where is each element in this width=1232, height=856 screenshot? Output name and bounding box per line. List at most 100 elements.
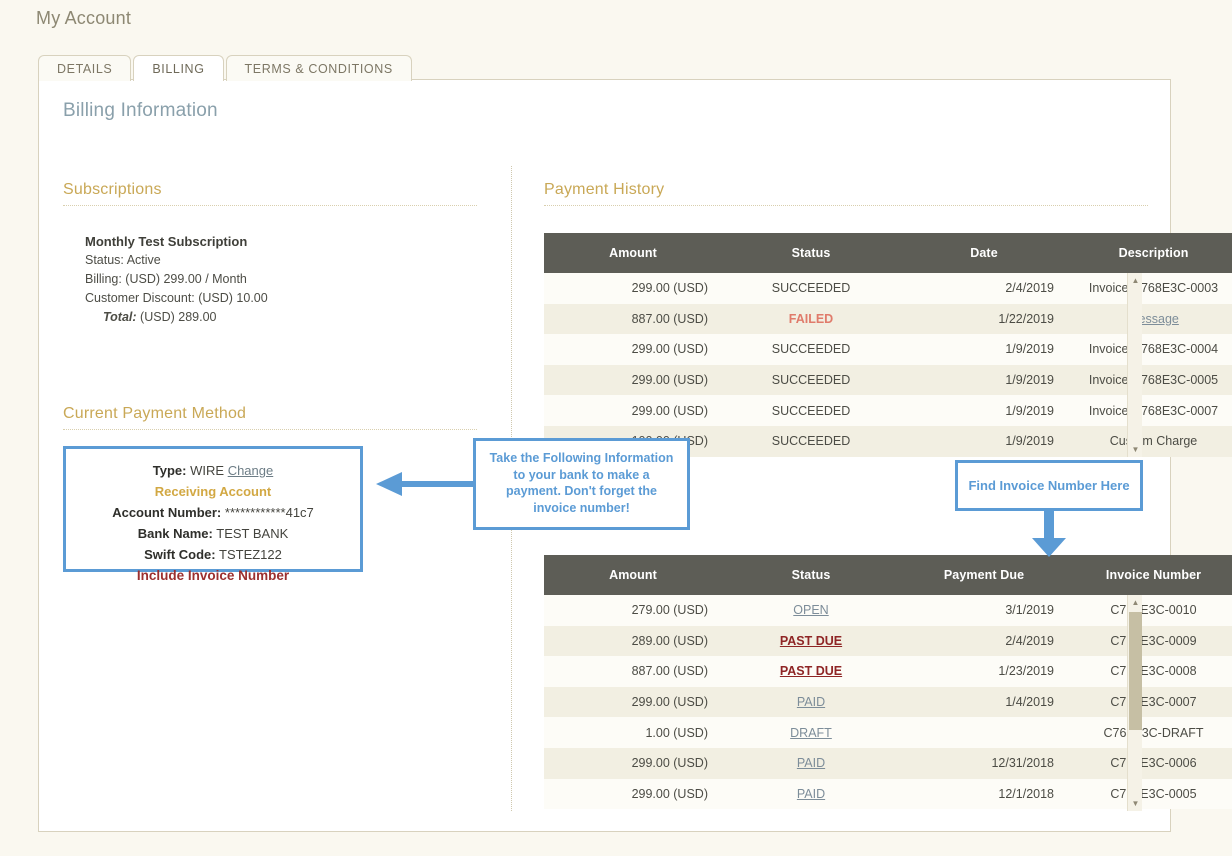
- payment-type-value: WIRE: [190, 463, 225, 478]
- cell-status[interactable]: PAST DUE: [722, 656, 900, 687]
- description-text: Invoice C768E3C-0004: [1088, 342, 1219, 357]
- status-badge[interactable]: DRAFT: [790, 726, 832, 740]
- callout-bank-instructions: Take the Following Information to your b…: [473, 438, 690, 530]
- cell-description: C768E3C-DRAFT: [1068, 717, 1232, 748]
- description-text: C768E3C-0008: [1110, 664, 1197, 679]
- cell-description: C768E3C-0007: [1068, 686, 1232, 718]
- cell-date: 12/1/2018: [900, 778, 1068, 810]
- status-badge[interactable]: OPEN: [793, 603, 828, 617]
- tab-details[interactable]: DETAILS: [38, 55, 132, 81]
- change-payment-link[interactable]: Change: [228, 463, 274, 478]
- cell-description[interactable]: Message: [1068, 303, 1232, 335]
- page-title: My Account: [36, 8, 132, 28]
- cell-date: 1/9/2019: [900, 364, 1068, 396]
- cell-status[interactable]: DRAFT: [722, 717, 900, 748]
- cell-amount: 299.00 (USD): [544, 334, 722, 365]
- cell-date: 1/9/2019: [900, 334, 1068, 365]
- description-text: C768E3C-0005: [1110, 786, 1197, 801]
- description-text: C768E3C-0007: [1110, 695, 1197, 710]
- cell-date: 1/23/2019: [900, 656, 1068, 687]
- account-number-value: ************41c7: [224, 505, 314, 520]
- col-status[interactable]: Status: [722, 555, 900, 595]
- subscription-billing: Billing: (USD) 299.00 / Month: [85, 272, 247, 286]
- cell-status[interactable]: OPEN: [722, 595, 900, 626]
- payment-history-scrollbar[interactable]: ▲ ▼: [1127, 273, 1142, 457]
- cell-amount: 887.00 (USD): [544, 656, 722, 687]
- cell-description: Custom Charge: [1068, 425, 1232, 457]
- status-badge[interactable]: PAID: [797, 695, 825, 709]
- col-date[interactable]: Date: [900, 233, 1068, 273]
- description-text: Invoice C768E3C-0003: [1088, 281, 1219, 296]
- cell-status: SUCCEEDED: [722, 334, 900, 365]
- scroll-up-icon[interactable]: ▲: [1128, 273, 1143, 288]
- table-header-row: Amount Status Payment Due Invoice Number: [544, 555, 1232, 595]
- status-badge: FAILED: [788, 311, 834, 326]
- col-invoice-number[interactable]: Invoice Number: [1068, 555, 1232, 595]
- cell-description: Invoice C768E3C-0005: [1068, 364, 1232, 396]
- cell-description: C768E3C-0009: [1068, 625, 1232, 657]
- swift-code-row: Swift Code: TSTEZ122: [66, 544, 360, 565]
- cell-date: [900, 717, 1068, 748]
- cell-status[interactable]: PAID: [722, 747, 900, 779]
- callout-arrow-to-invoice-number: [1032, 508, 1066, 557]
- cell-date: 1/4/2019: [900, 686, 1068, 718]
- payment-type-label: Type:: [152, 463, 187, 478]
- status-badge[interactable]: PAID: [797, 787, 825, 801]
- cell-status[interactable]: PAID: [722, 686, 900, 718]
- bank-name-label: Bank Name:: [137, 526, 213, 541]
- payment-type-row: Type: WIRE Change: [66, 460, 360, 481]
- tab-terms[interactable]: TERMS & CONDITIONS: [225, 55, 412, 81]
- cell-amount: 299.00 (USD): [544, 364, 722, 396]
- subscription-details: Monthly Test Subscription Status: Active…: [63, 232, 477, 327]
- account-number-label: Account Number:: [112, 505, 222, 520]
- account-tabs: DETAILS BILLING TERMS & CONDITIONS: [38, 53, 414, 82]
- description-text: C768E3C-0009: [1110, 633, 1197, 648]
- scroll-down-icon[interactable]: ▼: [1128, 796, 1143, 811]
- hidden-action-button[interactable]: [156, 693, 296, 708]
- swift-code-label: Swift Code:: [144, 547, 216, 562]
- status-badge[interactable]: PAST DUE: [780, 634, 842, 648]
- description-text: Custom Charge: [1109, 434, 1198, 449]
- cell-description: C768E3C-0008: [1068, 656, 1232, 687]
- cell-description: Invoice C768E3C-0007: [1068, 395, 1232, 426]
- table-header-row: Amount Status Date Description: [544, 233, 1232, 273]
- include-invoice-note: Include Invoice Number: [136, 568, 290, 583]
- cell-status[interactable]: PAID: [722, 778, 900, 810]
- cell-description: Invoice C768E3C-0003: [1068, 273, 1232, 304]
- status-badge[interactable]: PAID: [797, 756, 825, 770]
- payment-method-heading: Current Payment Method: [63, 405, 477, 430]
- cell-status: SUCCEEDED: [722, 395, 900, 426]
- col-amount[interactable]: Amount: [544, 233, 722, 273]
- receiving-account-label: Receiving Account: [154, 484, 272, 499]
- cell-amount: 279.00 (USD): [544, 595, 722, 626]
- cell-amount: 887.00 (USD): [544, 303, 722, 335]
- subscription-name: Monthly Test Subscription: [85, 234, 248, 249]
- scroll-thumb[interactable]: [1129, 612, 1142, 730]
- col-payment-due[interactable]: Payment Due: [900, 555, 1068, 595]
- bank-name-value: TEST BANK: [216, 526, 289, 541]
- tab-billing[interactable]: BILLING: [133, 55, 224, 82]
- col-amount[interactable]: Amount: [544, 555, 722, 595]
- cell-description: Invoice C768E3C-0004: [1068, 334, 1232, 365]
- cell-status[interactable]: PAST DUE: [722, 625, 900, 657]
- account-number-row: Account Number: ************41c7: [66, 502, 360, 523]
- cell-date: 12/31/2018: [900, 747, 1068, 779]
- col-status[interactable]: Status: [722, 233, 900, 273]
- cell-date: 1/9/2019: [900, 425, 1068, 457]
- scroll-up-icon[interactable]: ▲: [1128, 595, 1143, 610]
- cell-status: SUCCEEDED: [722, 425, 900, 457]
- invoices-scrollbar[interactable]: ▲ ▼: [1127, 595, 1142, 811]
- status-badge: SUCCEEDED: [771, 281, 851, 296]
- payment-history-grid: Amount Status Date Description 299.00 (U…: [544, 233, 1232, 457]
- cell-date: 2/4/2019: [900, 273, 1068, 304]
- description-text: Invoice C768E3C-0007: [1088, 403, 1219, 418]
- status-badge: SUCCEEDED: [771, 403, 851, 418]
- col-description[interactable]: Description: [1068, 233, 1232, 273]
- description-text: C768E3C-DRAFT: [1103, 725, 1204, 740]
- status-badge[interactable]: PAST DUE: [780, 664, 842, 678]
- cell-date: 2/4/2019: [900, 625, 1068, 657]
- description-text: C768E3C-0010: [1110, 603, 1197, 618]
- scroll-down-icon[interactable]: ▼: [1128, 442, 1143, 457]
- status-badge: SUCCEEDED: [771, 434, 851, 449]
- cell-status: FAILED: [722, 303, 900, 335]
